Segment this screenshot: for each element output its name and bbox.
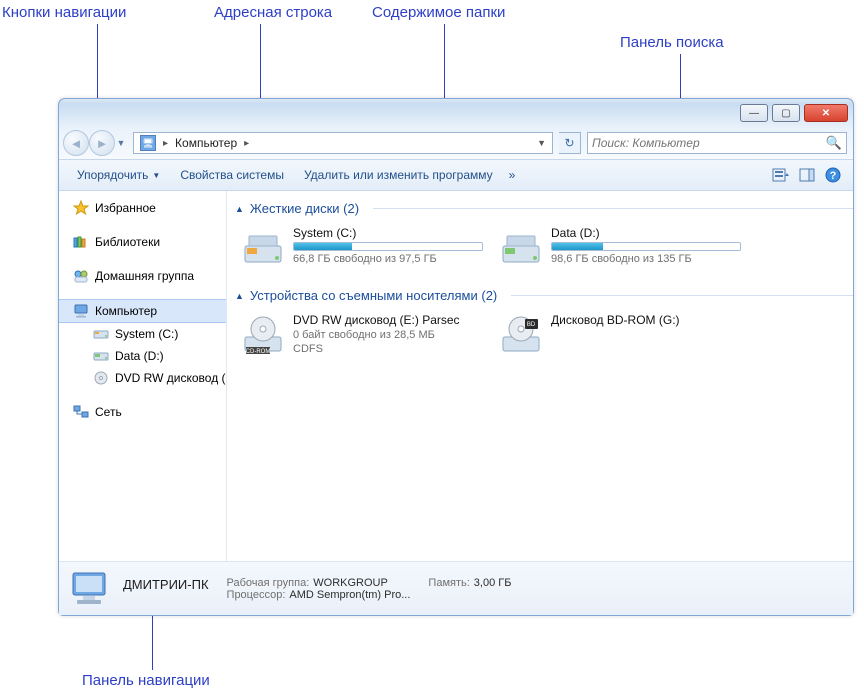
drive-c-name: System (C:) — [293, 226, 483, 240]
refresh-button[interactable]: ↻ — [559, 132, 581, 154]
group-removable-label: Устройства со съемными носителями (2) — [250, 288, 497, 303]
nav-history-dropdown[interactable]: ▼ — [115, 130, 127, 156]
drive-d-name: Data (D:) — [551, 226, 741, 240]
network-icon — [73, 404, 89, 420]
drive-dvd-e[interactable]: CD-ROM DVD RW дисковод (E:) Parsec 0 бай… — [237, 309, 487, 361]
details-mem-label: Память: — [428, 577, 469, 589]
navigation-pane: Избранное Библиотеки Домашняя группа — [59, 191, 227, 561]
hdd-icon — [499, 226, 543, 270]
titlebar: — ▢ ✕ — [59, 99, 853, 127]
drive-e-sub1: 0 байт свободно из 28,5 МБ — [293, 329, 483, 341]
details-name: ДМИТРИИ-ПК — [123, 577, 209, 592]
nav-network-label: Сеть — [95, 405, 122, 419]
svg-text:?: ? — [830, 170, 837, 182]
drive-system-c[interactable]: System (C:) 66,8 ГБ свободно из 97,5 ГБ — [237, 222, 487, 274]
drive-data-d[interactable]: Data (D:) 98,6 ГБ свободно из 135 ГБ — [495, 222, 745, 274]
drive-c-sub: 66,8 ГБ свободно из 97,5 ГБ — [293, 253, 483, 265]
drive-d-space-bar — [551, 242, 741, 251]
nav-network[interactable]: Сеть — [59, 401, 226, 423]
drive-icon — [93, 348, 109, 364]
star-icon — [73, 200, 89, 216]
cmd-organize[interactable]: Упорядочить▼ — [67, 164, 170, 186]
address-bar[interactable]: 🖥 ▸ Компьютер ▸ ▼ — [133, 132, 553, 154]
nav-computer[interactable]: Компьютер — [59, 299, 226, 323]
view-button[interactable] — [769, 163, 793, 187]
nav-favorites-label: Избранное — [95, 201, 156, 215]
nav-homegroup[interactable]: Домашняя группа — [59, 265, 226, 287]
hdd-icon — [241, 226, 285, 270]
collapse-icon: ▲ — [235, 291, 244, 301]
svg-text:CD-ROM: CD-ROM — [246, 349, 271, 355]
details-mem: 3,00 ГБ — [474, 577, 512, 589]
search-icon: 🔍 — [826, 135, 842, 151]
minimize-button[interactable]: — — [740, 104, 768, 122]
callout-content: Содержимое папки — [372, 4, 505, 21]
close-button[interactable]: ✕ — [804, 104, 848, 122]
explorer-body: Избранное Библиотеки Домашняя группа — [59, 191, 853, 561]
nav-dvd[interactable]: DVD RW дисковод ( — [59, 367, 226, 389]
disc-icon — [93, 370, 109, 386]
crumb-sep: ▸ — [160, 138, 171, 149]
nav-system-c[interactable]: System (C:) — [59, 323, 226, 345]
group-hdd[interactable]: ▲ Жесткие диски (2) — [233, 197, 853, 220]
forward-button[interactable]: ► — [89, 130, 115, 156]
maximize-button[interactable]: ▢ — [772, 104, 800, 122]
details-workgroup-label: Рабочая группа: — [227, 577, 310, 589]
cdrom-icon: CD-ROM — [241, 313, 285, 357]
callout-nav-buttons: Кнопки навигации — [2, 4, 126, 21]
computer-icon: 🖥 — [140, 135, 156, 151]
search-box[interactable]: 🔍 — [587, 132, 847, 154]
nav-homegroup-label: Домашняя группа — [95, 269, 194, 283]
nav-system-c-label: System (C:) — [115, 327, 178, 341]
callout-search: Панель поиска — [620, 34, 724, 51]
drive-d-sub: 98,6 ГБ свободно из 135 ГБ — [551, 253, 741, 265]
cmd-uninstall[interactable]: Удалить или изменить программу — [294, 164, 503, 186]
computer-large-icon — [69, 569, 113, 609]
explorer-window: — ▢ ✕ ◄ ► ▼ 🖥 ▸ Компьютер ▸ ▼ ↻ 🔍 Упоряд… — [58, 98, 854, 616]
details-workgroup: WORKGROUP — [313, 577, 388, 589]
homegroup-icon — [73, 268, 89, 284]
cmd-organize-label: Упорядочить — [77, 168, 148, 182]
nav-data-d-label: Data (D:) — [115, 349, 164, 363]
drive-e-sub2: CDFS — [293, 343, 483, 355]
svg-text:BD: BD — [527, 322, 536, 328]
content-pane: ▲ Жесткие диски (2) System (C:) 66,8 ГБ … — [227, 191, 853, 561]
bdrom-icon: BD — [499, 313, 543, 357]
crumb-trail[interactable]: ▸ — [241, 138, 252, 149]
search-input[interactable] — [592, 136, 826, 150]
nav-data-d[interactable]: Data (D:) — [59, 345, 226, 367]
details-pane: ДМИТРИИ-ПК Рабочая группа: WORKGROUP Про… — [59, 561, 853, 615]
nav-favorites[interactable]: Избранное — [59, 197, 226, 219]
nav-buttons: ◄ ► ▼ — [63, 130, 127, 156]
nav-computer-label: Компьютер — [95, 304, 157, 318]
back-button[interactable]: ◄ — [63, 130, 89, 156]
libraries-icon — [73, 234, 89, 250]
drive-g-name: Дисковод BD-ROM (G:) — [551, 313, 741, 327]
group-hdd-label: Жесткие диски (2) — [250, 201, 359, 216]
address-dropdown[interactable]: ▼ — [533, 138, 550, 148]
callout-nav-panel: Панель навигации — [82, 672, 210, 689]
nav-dvd-label: DVD RW дисковод ( — [115, 371, 226, 385]
drive-c-space-bar — [293, 242, 483, 251]
command-bar: Упорядочить▼ Свойства системы Удалить ил… — [59, 159, 853, 191]
nav-row: ◄ ► ▼ 🖥 ▸ Компьютер ▸ ▼ ↻ 🔍 — [59, 127, 853, 159]
group-removable[interactable]: ▲ Устройства со съемными носителями (2) — [233, 284, 853, 307]
drive-icon — [93, 326, 109, 342]
nav-libraries[interactable]: Библиотеки — [59, 231, 226, 253]
drive-e-name: DVD RW дисковод (E:) Parsec — [293, 313, 483, 327]
help-button[interactable]: ? — [821, 163, 845, 187]
cmd-system-properties[interactable]: Свойства системы — [170, 164, 294, 186]
details-cpu-label: Процессор: — [227, 589, 286, 601]
callout-address-bar: Адресная строка — [214, 4, 332, 21]
preview-pane-button[interactable] — [795, 163, 819, 187]
nav-libraries-label: Библиотеки — [95, 235, 160, 249]
details-cpu: AMD Sempron(tm) Pro... — [289, 589, 410, 601]
computer-icon — [73, 303, 89, 319]
collapse-icon: ▲ — [235, 204, 244, 214]
drive-bdrom-g[interactable]: BD Дисковод BD-ROM (G:) — [495, 309, 745, 361]
crumb-computer[interactable]: Компьютер — [171, 136, 241, 150]
cmd-overflow[interactable]: » — [503, 164, 522, 186]
